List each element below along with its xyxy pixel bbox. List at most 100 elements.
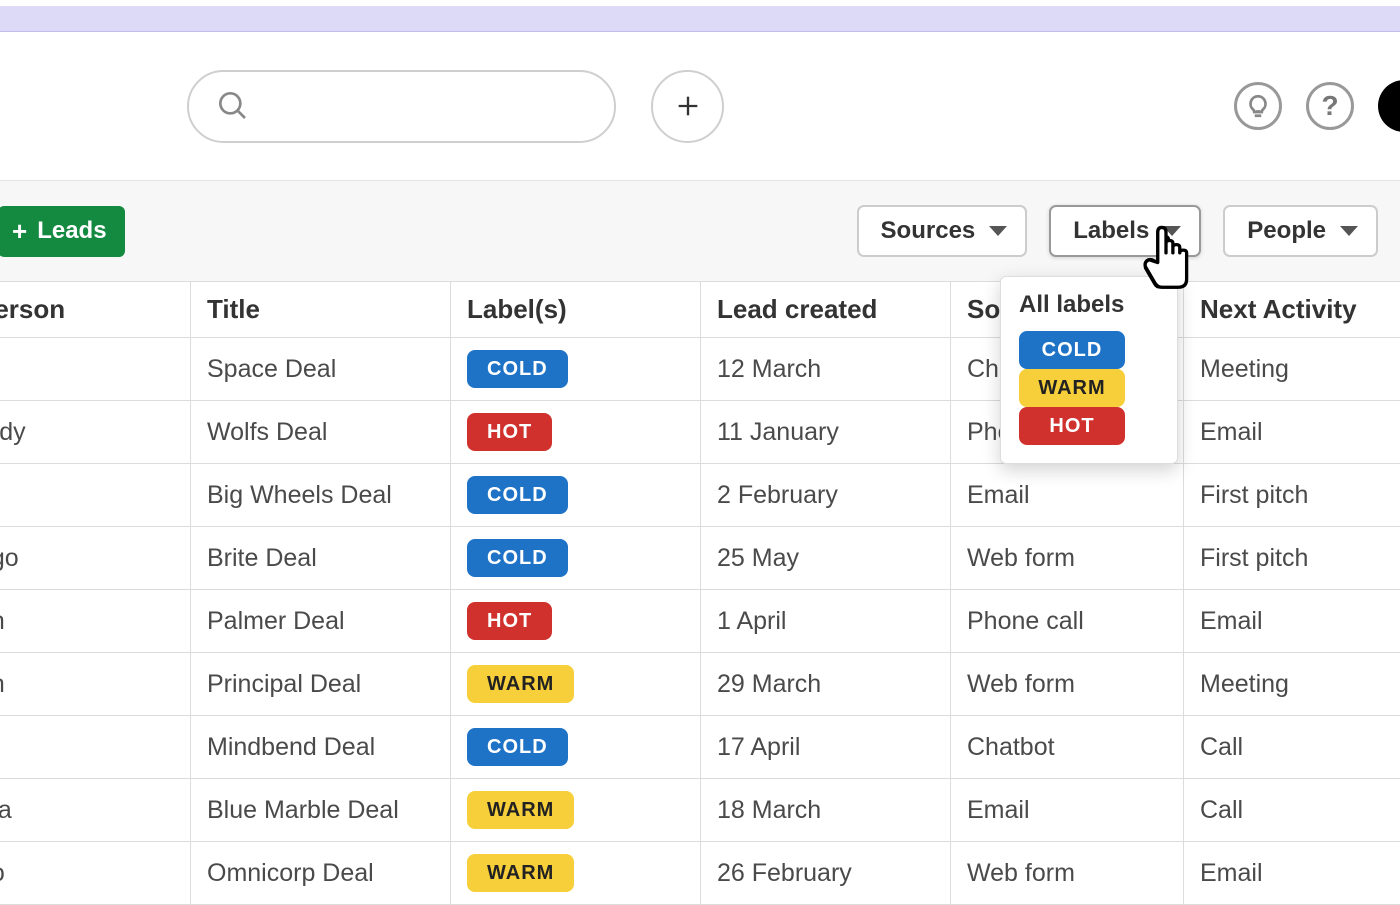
label-badge[interactable]: COLD (467, 728, 568, 766)
filter-sources[interactable]: Sources (857, 205, 1028, 257)
cell-person: ago (0, 527, 191, 590)
cell-next: Email (1184, 590, 1400, 653)
cell-next: Email (1184, 401, 1400, 464)
table-row[interactable]: erSpace DealCOLD12 MarchChatbotMeeting (0, 338, 1400, 401)
cell-label: HOT (451, 401, 701, 464)
cell-label: WARM (451, 779, 701, 842)
table-row[interactable]: onPrincipal DealWARM29 MarchWeb formMeet… (0, 653, 1400, 716)
label-badge[interactable]: COLD (467, 476, 568, 514)
plus-icon (674, 92, 702, 120)
avatar[interactable] (1378, 80, 1400, 132)
window-accent-bar (0, 6, 1400, 32)
cell-person: no (0, 842, 191, 905)
leads-table: Person Title Label(s) Lead created Sourc… (0, 281, 1400, 905)
cell-created: 26 February (701, 842, 951, 905)
cell-next: Meeting (1184, 653, 1400, 716)
cell-created: 18 March (701, 779, 951, 842)
plus-icon: + (12, 216, 27, 247)
table-row[interactable]: noOmnicorp Deal WARM 26 FebruaryWeb formEm… (0, 842, 1400, 905)
filter-labels[interactable]: Labels (1049, 205, 1201, 257)
cell-label: COLD (451, 338, 701, 401)
cell-person: nn (0, 590, 191, 653)
cell-next: Call (1184, 716, 1400, 779)
cell-title: Blue Marble Deal (191, 779, 451, 842)
label-badge[interactable]: WARM (467, 665, 574, 703)
search-input[interactable] (187, 70, 616, 143)
cell-next: First pitch (1184, 527, 1400, 590)
cell-label: WARM (451, 653, 701, 716)
add-leads-button[interactable]: + Leads (0, 206, 125, 257)
label-badge[interactable]: HOT (467, 602, 552, 640)
cell-created: 25 May (701, 527, 951, 590)
cell-created: 17 April (701, 716, 951, 779)
table-row[interactable]: ardyWolfs DealHOT11 JanuaryPhone callEma… (0, 401, 1400, 464)
labels-dropdown-title: All labels (1019, 291, 1159, 319)
label-badge[interactable]: WARM (467, 791, 574, 829)
cell-label: WARM (451, 842, 701, 905)
header-labels[interactable]: Label(s) (451, 282, 701, 338)
cell-person: ma (0, 779, 191, 842)
cell-title: Principal Deal (191, 653, 451, 716)
cell-next: Meeting (1184, 338, 1400, 401)
table-header-row: Person Title Label(s) Lead created Sourc… (0, 282, 1400, 338)
header-next[interactable]: Next Activity (1184, 282, 1400, 338)
dropdown-label-warm[interactable]: WARM (1019, 369, 1125, 407)
label-badge[interactable]: COLD (467, 350, 568, 388)
cell-source: Email (951, 779, 1184, 842)
cell-title: Wolfs Deal (191, 401, 451, 464)
cell-source: Web form (951, 527, 1184, 590)
cell-source: Web form (951, 842, 1184, 905)
chevron-down-icon (1340, 226, 1358, 236)
cell-source: Email (951, 464, 1184, 527)
cell-person: g (0, 464, 191, 527)
cell-created: 12 March (701, 338, 951, 401)
global-add-button[interactable] (651, 70, 724, 143)
help-button[interactable]: ? (1306, 82, 1354, 130)
cell-person: on (0, 653, 191, 716)
search-icon (217, 90, 249, 122)
dropdown-label-hot[interactable]: HOT (1019, 407, 1125, 445)
cell-title: Big Wheels Deal (191, 464, 451, 527)
filter-labels-label: Labels (1073, 217, 1149, 245)
label-badge[interactable]: COLD (467, 539, 568, 577)
app-header: ? (0, 32, 1400, 180)
table-row[interactable]: Mindbend DealCOLD17 AprilChatbotCall (0, 716, 1400, 779)
header-person[interactable]: Person (0, 282, 191, 338)
filter-sources-label: Sources (881, 217, 976, 245)
cell-title: Mindbend Deal (191, 716, 451, 779)
cell-title: Palmer Deal (191, 590, 451, 653)
chevron-down-icon (989, 226, 1007, 236)
cell-next: Email (1184, 842, 1400, 905)
cell-label: COLD (451, 716, 701, 779)
label-badge[interactable]: HOT (467, 413, 552, 451)
cell-next: Call (1184, 779, 1400, 842)
lightbulb-icon (1245, 93, 1271, 119)
table-row[interactable]: maBlue Marble Deal WARM 18 MarchEmailCall (0, 779, 1400, 842)
add-leads-label: Leads (37, 217, 106, 245)
filter-people[interactable]: People (1223, 205, 1378, 257)
cell-source: Phone call (951, 590, 1184, 653)
table-row[interactable]: agoBrite Deal COLD 25 MayWeb formFirst pit… (0, 527, 1400, 590)
cell-person: ardy (0, 401, 191, 464)
header-title[interactable]: Title (191, 282, 451, 338)
cell-source: Web form (951, 653, 1184, 716)
cell-label: COLD (451, 527, 701, 590)
filter-people-label: People (1247, 217, 1326, 245)
label-badge[interactable]: WARM (467, 854, 574, 892)
cell-created: 2 February (701, 464, 951, 527)
cell-title: Space Deal (191, 338, 451, 401)
question-icon: ? (1321, 90, 1338, 122)
cell-title: Omnicorp Deal (191, 842, 451, 905)
cell-label: HOT (451, 590, 701, 653)
toolbar: + Leads Sources Labels People (0, 181, 1400, 281)
dropdown-label-cold[interactable]: COLD (1019, 331, 1125, 369)
table-row[interactable]: nnPalmer Deal HOT 1 AprilPhone callEmail (0, 590, 1400, 653)
tips-button[interactable] (1234, 82, 1282, 130)
cell-next: First pitch (1184, 464, 1400, 527)
cell-created: 1 April (701, 590, 951, 653)
table-row[interactable]: gBig Wheels Deal COLD 2 FebruaryEmailFirst… (0, 464, 1400, 527)
header-created[interactable]: Lead created (701, 282, 951, 338)
labels-dropdown-panel: All labels COLDWARMHOT (1000, 276, 1178, 464)
cell-title: Brite Deal (191, 527, 451, 590)
cell-created: 11 January (701, 401, 951, 464)
